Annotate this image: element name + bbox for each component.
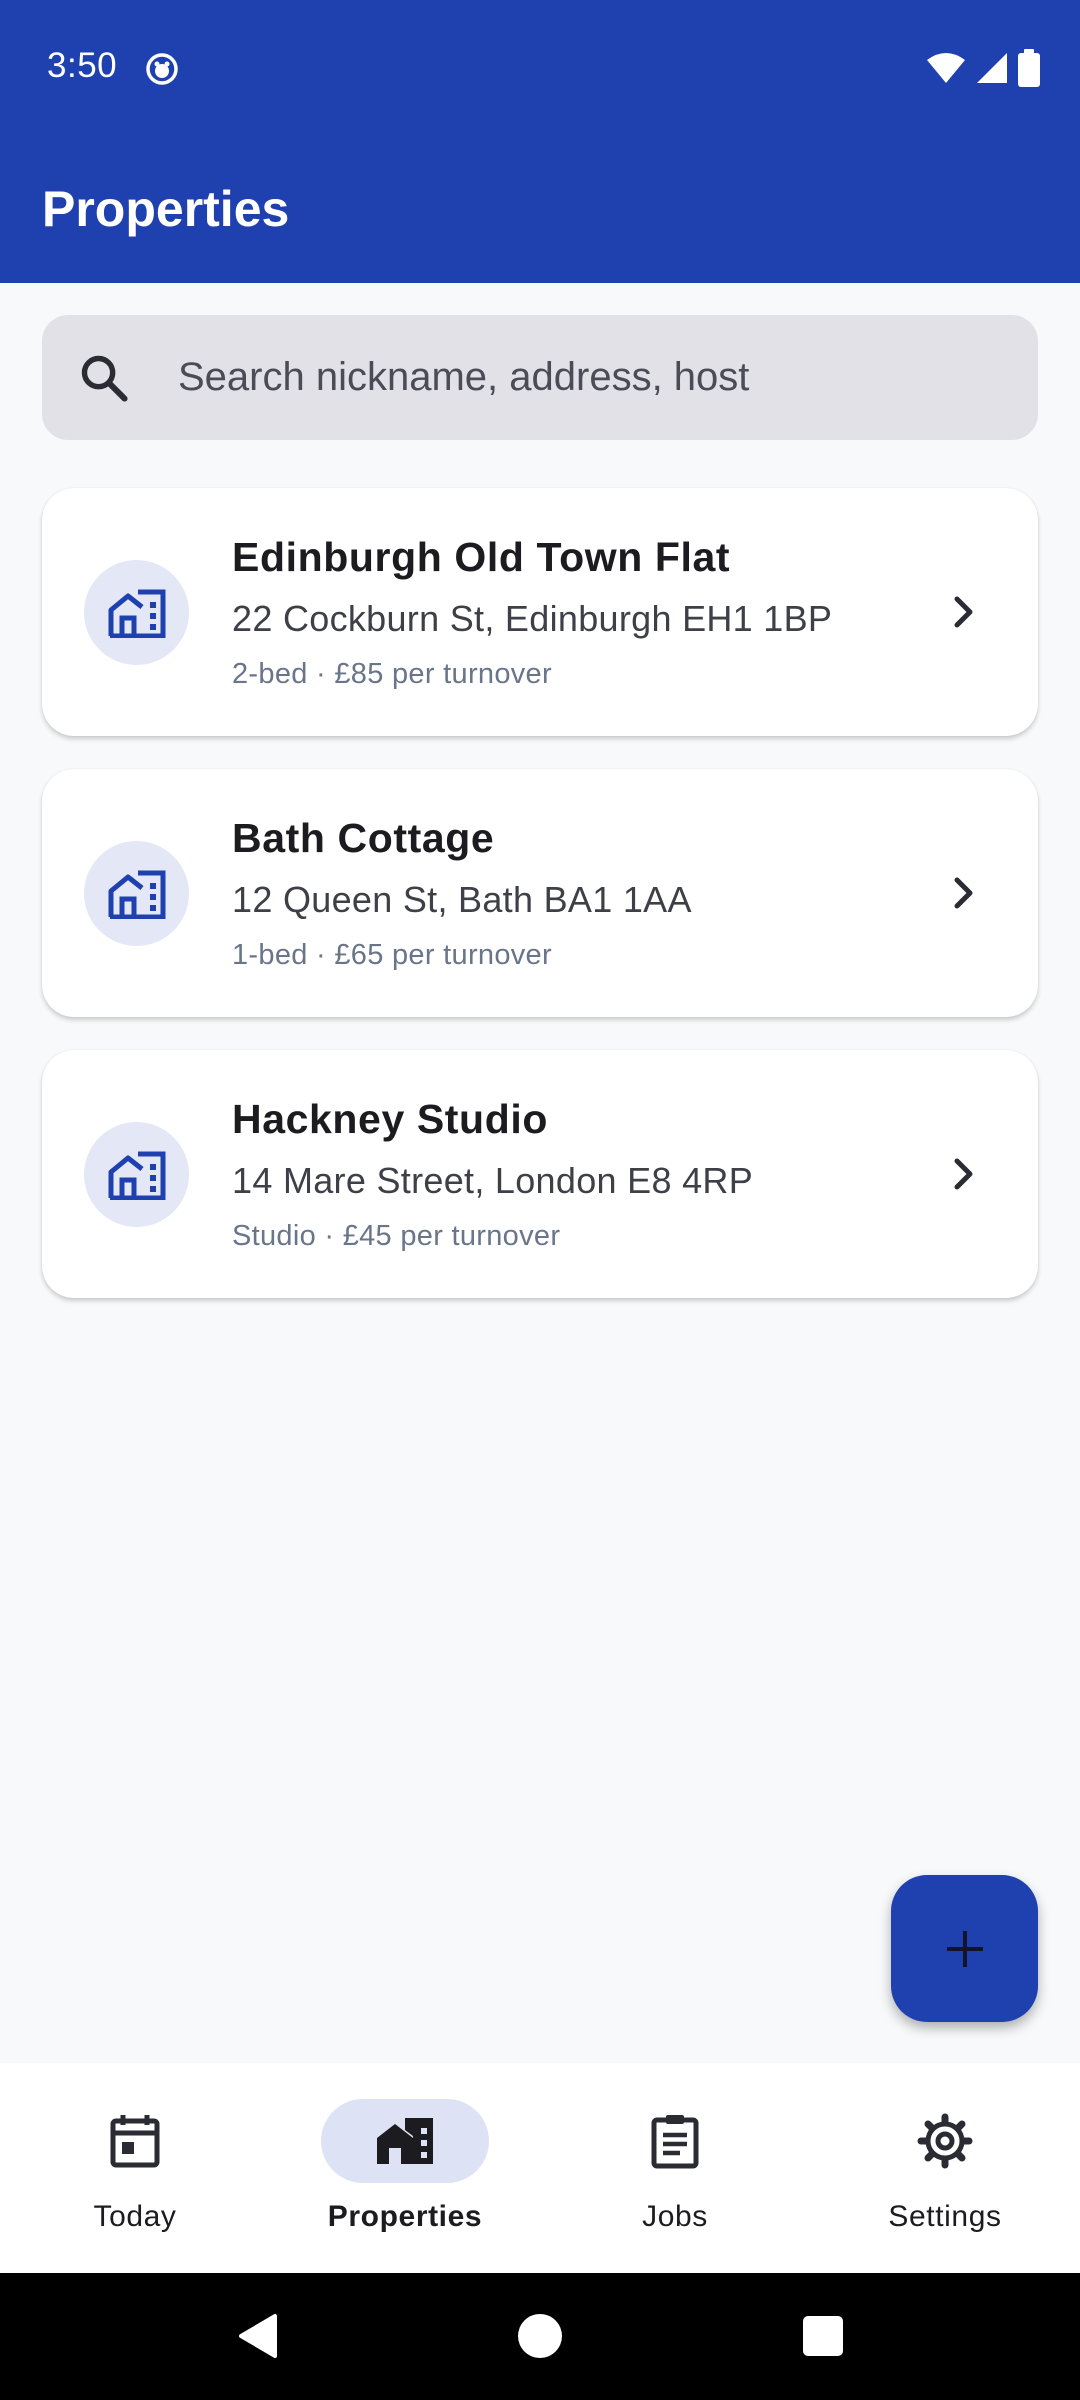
nav-item-settings[interactable]: Settings xyxy=(810,2063,1080,2273)
property-meta: 1-bed · £65 per turnover xyxy=(232,939,552,971)
nav-item-jobs[interactable]: Jobs xyxy=(540,2063,810,2273)
wifi-icon xyxy=(927,53,965,83)
page-title: Properties xyxy=(42,181,290,237)
chevron-right-icon xyxy=(954,877,973,909)
property-name: Bath Cottage xyxy=(232,815,495,861)
nav-icon-container xyxy=(321,2099,489,2183)
add-property-button[interactable] xyxy=(891,1875,1038,2022)
system-navigation-bar xyxy=(0,2273,1080,2400)
nav-icon-container xyxy=(51,2099,219,2183)
signal-icon xyxy=(977,53,1007,83)
back-icon[interactable] xyxy=(233,2311,283,2361)
house-icon xyxy=(377,2118,433,2164)
nav-label: Jobs xyxy=(642,2200,708,2233)
property-avatar xyxy=(84,1122,189,1227)
building-icon xyxy=(108,1151,165,1200)
plus-icon xyxy=(946,1930,983,1967)
nav-label: Today xyxy=(93,2200,177,2233)
clipboard-icon xyxy=(651,2115,699,2169)
nav-item-today[interactable]: Today xyxy=(0,2063,270,2273)
status-bar: 3:50 xyxy=(0,0,1080,140)
property-card-bath[interactable]: Bath Cottage 12 Queen St, Bath BA1 1AA 1… xyxy=(42,769,1038,1017)
nav-label: Properties xyxy=(327,2200,483,2233)
property-address: 12 Queen St, Bath BA1 1AA xyxy=(232,879,692,920)
notification-icon xyxy=(146,53,178,85)
system-status-icons xyxy=(926,48,1040,88)
nav-icon-container xyxy=(591,2099,759,2183)
property-avatar xyxy=(84,560,189,665)
property-name: Hackney Studio xyxy=(232,1096,548,1142)
app-root: 3:50 Properties Search nickname, address… xyxy=(0,0,1080,2400)
property-name: Edinburgh Old Town Flat xyxy=(232,534,731,580)
property-address: 22 Cockburn St, Edinburgh EH1 1BP xyxy=(232,598,833,639)
nav-item-properties[interactable]: Properties xyxy=(270,2063,540,2273)
top-app-bar: 3:50 Properties xyxy=(0,0,1080,283)
status-time: 3:50 xyxy=(47,46,118,85)
search-input[interactable] xyxy=(178,315,998,440)
property-address: 14 Mare Street, London E8 4RP xyxy=(232,1160,754,1201)
property-card-edinburgh[interactable]: Edinburgh Old Town Flat 22 Cockburn St, … xyxy=(42,488,1038,736)
home-icon[interactable] xyxy=(515,2311,565,2361)
property-meta: 2-bed · £85 per turnover xyxy=(232,658,552,690)
building-icon xyxy=(108,870,165,919)
property-card-hackney[interactable]: Hackney Studio 14 Mare Street, London E8… xyxy=(42,1050,1038,1298)
property-meta: Studio · £45 per turnover xyxy=(232,1220,561,1252)
bottom-navigation: Today Properties Jobs Settings xyxy=(0,2063,1080,2273)
chevron-right-icon xyxy=(954,596,973,628)
nav-label: Settings xyxy=(888,2200,1002,2233)
search-bar[interactable] xyxy=(42,315,1038,440)
property-avatar xyxy=(84,841,189,946)
building-icon xyxy=(108,589,165,638)
recents-icon[interactable] xyxy=(798,2311,848,2361)
gear-icon xyxy=(917,2113,973,2169)
nav-icon-container xyxy=(861,2099,1029,2183)
search-icon xyxy=(81,355,128,402)
battery-icon xyxy=(1018,49,1040,87)
chevron-right-icon xyxy=(954,1158,973,1190)
calendar-icon xyxy=(110,2115,160,2168)
